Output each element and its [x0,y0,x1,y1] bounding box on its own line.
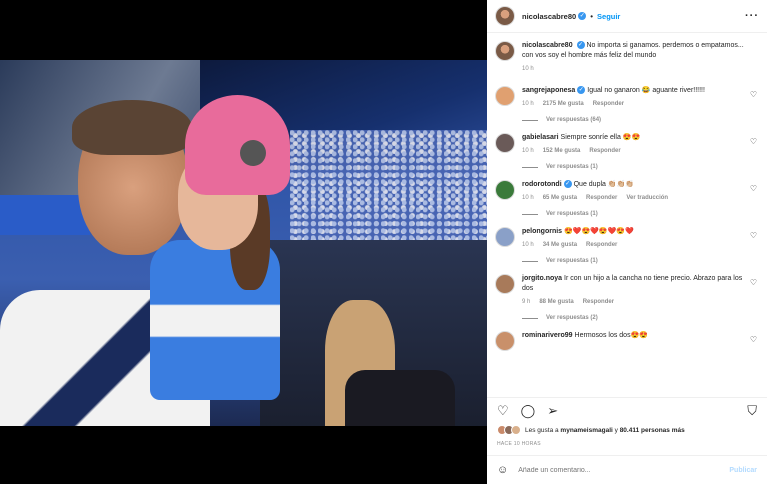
comment-username[interactable]: rodorotondi [522,181,562,188]
author-username[interactable]: nicolascabre80 [522,12,576,21]
heart-icon[interactable]: ♡ [750,137,757,146]
avatar[interactable] [495,86,515,106]
likes-middle: y [614,426,618,434]
post-photo[interactable] [0,60,487,426]
share-icon[interactable]: ➢ [547,403,558,419]
comment-item: sangrejaponesa ✓ Igual no ganaron 😂 aguan… [495,86,759,109]
comment-text: Siempre sonríe ella 😍😍 [560,134,641,141]
avatar[interactable] [495,331,515,351]
comment-text: Hermosos los dos😍😍 [574,332,648,339]
caption-username[interactable]: nicolascabre80 [522,42,573,49]
comment-input[interactable] [518,466,730,474]
post-timestamp: HACE 10 HORAS [497,441,541,447]
avatar[interactable] [495,41,515,61]
comment-likes[interactable]: 152 Me gusta [543,148,581,154]
post-caption: nicolascabre80 ✓ No importa si ganamos. … [495,41,759,74]
reply-button[interactable]: Responder [589,148,620,154]
avatar[interactable] [495,6,515,26]
heart-icon[interactable]: ♡ [750,184,757,193]
heart-icon[interactable]: ♡ [497,403,509,419]
view-replies-button[interactable]: Ver respuestas (1) [522,258,759,264]
follow-button[interactable]: Seguir [597,12,620,21]
comment-icon[interactable]: ◯ [521,403,536,419]
comment-username[interactable]: jorgito.noya [522,275,562,282]
verified-icon: ✓ [578,12,587,20]
comment-item: rodorotondi ✓ Que dupla 👏🏼👏🏼👏🏼 10 h 65 Me g… [495,180,759,203]
spectator-jacket [345,370,455,426]
verified-icon: ✓ [563,180,572,189]
likes-count[interactable]: 80.411 personas más [620,427,685,434]
heart-icon[interactable]: ♡ [750,90,757,99]
post-header: nicolascabre80 ✓ • Seguir ··· [487,0,767,33]
reply-button[interactable]: Responder [583,299,614,305]
bookmark-icon[interactable]: ⛉ [747,403,757,419]
comment-text: Que dupla 👏🏼👏🏼👏🏼 [573,181,635,188]
comment-username[interactable]: sangrejaponesa [522,87,575,94]
view-replies-button[interactable]: Ver respuestas (1) [522,164,759,170]
man-hair [72,100,192,155]
liker-avatar [511,425,521,435]
heart-icon[interactable]: ♡ [750,278,757,287]
reply-button[interactable]: Responder [593,101,624,107]
comment-item: jorgito.noya Ir con un hijo a la cancha … [495,274,759,307]
comment-text: 😍❤️😍❤️😍❤️😍❤️ [564,228,634,235]
separator: • [590,11,594,21]
likes-prefix: Les gusta a [525,426,559,434]
comment-text: Igual no ganaron 😂 aguante river!!!!!! [587,87,705,94]
comment-username[interactable]: gabielasari [522,134,559,141]
more-icon[interactable]: ··· [745,10,759,22]
heart-icon[interactable]: ♡ [750,335,757,344]
likes-user[interactable]: mynameismagali [560,427,612,434]
comment-time: 9 h [522,299,531,305]
blue-panel [0,195,90,235]
view-replies-button[interactable]: Ver respuestas (1) [522,211,759,217]
avatar[interactable] [495,274,515,294]
avatar[interactable] [495,180,515,200]
post-media [0,0,487,484]
comment-time: 10 h [522,242,534,248]
action-bar: ♡ ◯ ➢ ⛉ [487,397,767,423]
comment-username[interactable]: pelongornis [522,228,562,235]
comment-likes[interactable]: 2175 Me gusta [543,101,584,107]
translate-button[interactable]: Ver traducción [626,195,668,201]
verified-icon: ✓ [577,86,586,95]
comment-time: 10 h [522,148,534,154]
likes-summary[interactable]: Les gusta a mynameismagali y 80.411 pers… [497,425,685,435]
avatar[interactable] [495,133,515,153]
avatar[interactable] [495,227,515,247]
comment-likes[interactable]: 88 Me gusta [539,299,573,305]
comment-likes[interactable]: 65 Me gusta [543,195,577,201]
post-details-panel: nicolascabre80 ✓ • Seguir ··· nicolascab… [487,0,767,484]
publish-button[interactable]: Publicar [729,467,757,474]
emoji-icon[interactable]: ☺ [497,464,508,476]
view-replies-button[interactable]: Ver respuestas (64) [522,117,759,123]
add-comment-bar: ☺ Publicar [487,455,767,484]
caption-time: 10 h [522,66,534,72]
comments-list[interactable]: nicolascabre80 ✓ No importa si ganamos. … [487,33,767,395]
hat-patch [240,140,266,166]
comment-item: rominarivero99 Hermosos los dos😍😍 ♡ [495,331,759,351]
girl-hat [185,95,290,195]
reply-button[interactable]: Responder [586,242,617,248]
comment-likes[interactable]: 34 Me gusta [543,242,577,248]
heart-icon[interactable]: ♡ [750,231,757,240]
comment-item: gabielasari Siempre sonríe ella 😍😍 10 h 15… [495,133,759,156]
comment-username[interactable]: rominarivero99 [522,332,573,339]
reply-button[interactable]: Responder [586,195,617,201]
verified-icon: ✓ [576,41,585,50]
comment-time: 10 h [522,101,534,107]
comment-time: 10 h [522,195,534,201]
comment-item: pelongornis 😍❤️😍❤️😍❤️😍❤️ 10 h 34 Me gusta R… [495,227,759,250]
view-replies-button[interactable]: Ver respuestas (2) [522,315,759,321]
